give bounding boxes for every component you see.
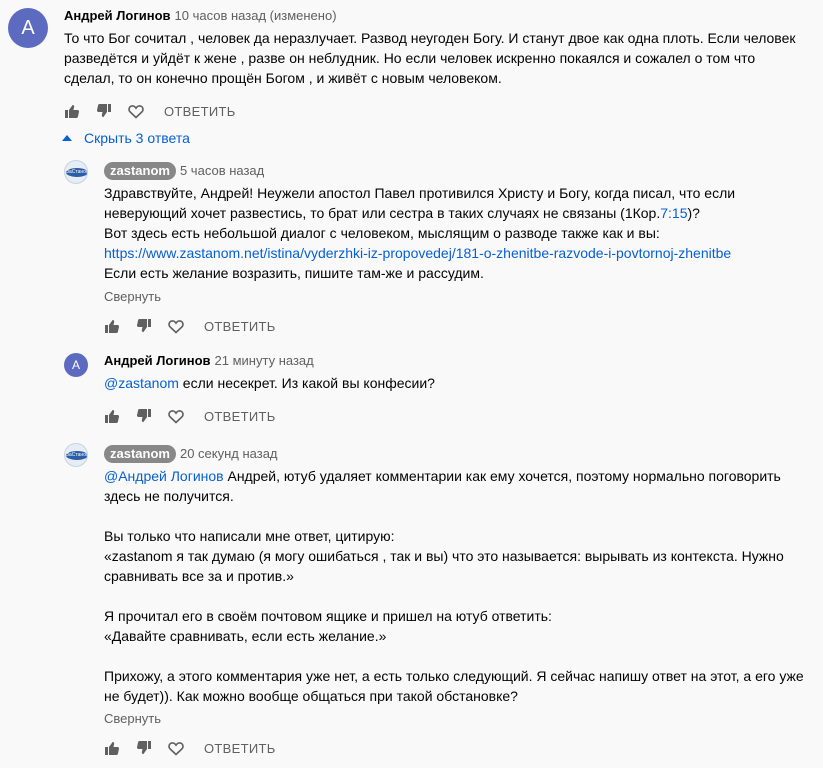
comment-header: Андрей Логинов 10 часов назад (изменено)	[64, 7, 337, 25]
mention-link[interactable]: @Андрей Логинов	[104, 468, 224, 484]
avatar[interactable]: A	[64, 353, 88, 377]
like-icon[interactable]	[64, 103, 80, 119]
avatar[interactable]: A	[8, 8, 48, 48]
reply-button[interactable]: ОТВЕТИТЬ	[204, 741, 276, 756]
mention-link[interactable]: @zastanom	[104, 375, 179, 391]
text-part: Здравствуйте, Андрей! Неужели апостол Па…	[104, 185, 736, 221]
comment-actions: ОТВЕТИТЬ	[64, 100, 236, 122]
dislike-icon[interactable]	[96, 103, 112, 119]
author-name[interactable]: zastanom	[104, 162, 176, 180]
dislike-icon[interactable]	[136, 318, 152, 334]
like-icon[interactable]	[104, 740, 120, 756]
reply-button[interactable]: ОТВЕТИТЬ	[164, 104, 236, 119]
url-link[interactable]: https://www.zastanom.net/istina/vyderzhk…	[104, 245, 731, 261]
comment-actions: ОТВЕТИТЬ	[104, 315, 276, 337]
timestamp[interactable]: 5 часов назад	[180, 163, 264, 178]
chevron-up-icon	[62, 135, 72, 141]
like-icon[interactable]	[104, 318, 120, 334]
comment-header: Андрей Логинов 21 минуту назад	[104, 352, 314, 370]
heart-icon[interactable]	[168, 408, 184, 424]
author-name[interactable]: zastanom	[104, 445, 176, 463]
comment-text: Здравствуйте, Андрей! Неужели апостол Па…	[104, 183, 804, 283]
collapse-button[interactable]: Свернуть	[104, 711, 161, 726]
comment-actions: ОТВЕТИТЬ	[104, 737, 276, 759]
hide-replies-label: Скрыть 3 ответа	[84, 130, 190, 146]
comment-actions: ОТВЕТИТЬ	[104, 405, 276, 427]
text-part: если несекрет. Из какой вы конфесии?	[178, 375, 435, 391]
heart-icon[interactable]	[168, 318, 184, 334]
hide-replies-toggle[interactable]: Скрыть 3 ответа	[62, 130, 190, 146]
text-part: Андрей, ютуб удаляет комментарии как ему…	[104, 468, 804, 704]
timestamp[interactable]: 10 часов назад (изменено)	[175, 8, 337, 23]
comment-thread: A Андрей Логинов 10 часов назад (изменено…	[0, 0, 823, 768]
dislike-icon[interactable]	[136, 408, 152, 424]
comment-header: zastanom 20 секунд назад	[104, 445, 278, 463]
like-icon[interactable]	[104, 408, 120, 424]
author-name[interactable]: Андрей Логинов	[104, 353, 211, 368]
comment-text: @Андрей Логинов Андрей, ютуб удаляет ком…	[104, 466, 816, 706]
verse-link[interactable]: 7:15	[660, 205, 687, 221]
collapse-button[interactable]: Свернуть	[104, 289, 161, 304]
author-name[interactable]: Андрей Логинов	[64, 8, 171, 23]
reply-button[interactable]: ОТВЕТИТЬ	[204, 409, 276, 424]
heart-icon[interactable]	[168, 740, 184, 756]
channel-logo: ЗаСтаном	[66, 168, 88, 177]
timestamp[interactable]: 20 секунд назад	[180, 446, 278, 461]
dislike-icon[interactable]	[136, 740, 152, 756]
heart-icon[interactable]	[128, 103, 144, 119]
avatar[interactable]: ЗаСтаном	[64, 443, 88, 467]
reply-button[interactable]: ОТВЕТИТЬ	[204, 319, 276, 334]
comment-text: @zastanom если несекрет. Из какой вы кон…	[104, 373, 804, 393]
text-part: Если есть желание возразить, пишите там-…	[104, 265, 484, 281]
comment-header: zastanom 5 часов назад	[104, 162, 264, 180]
comment-text: То что Бог сочитал , человек да неразлуч…	[64, 30, 796, 86]
avatar[interactable]: ЗаСтаном	[64, 160, 88, 184]
timestamp[interactable]: 21 минуту назад	[215, 353, 314, 368]
channel-logo: ЗаСтаном	[66, 451, 88, 460]
